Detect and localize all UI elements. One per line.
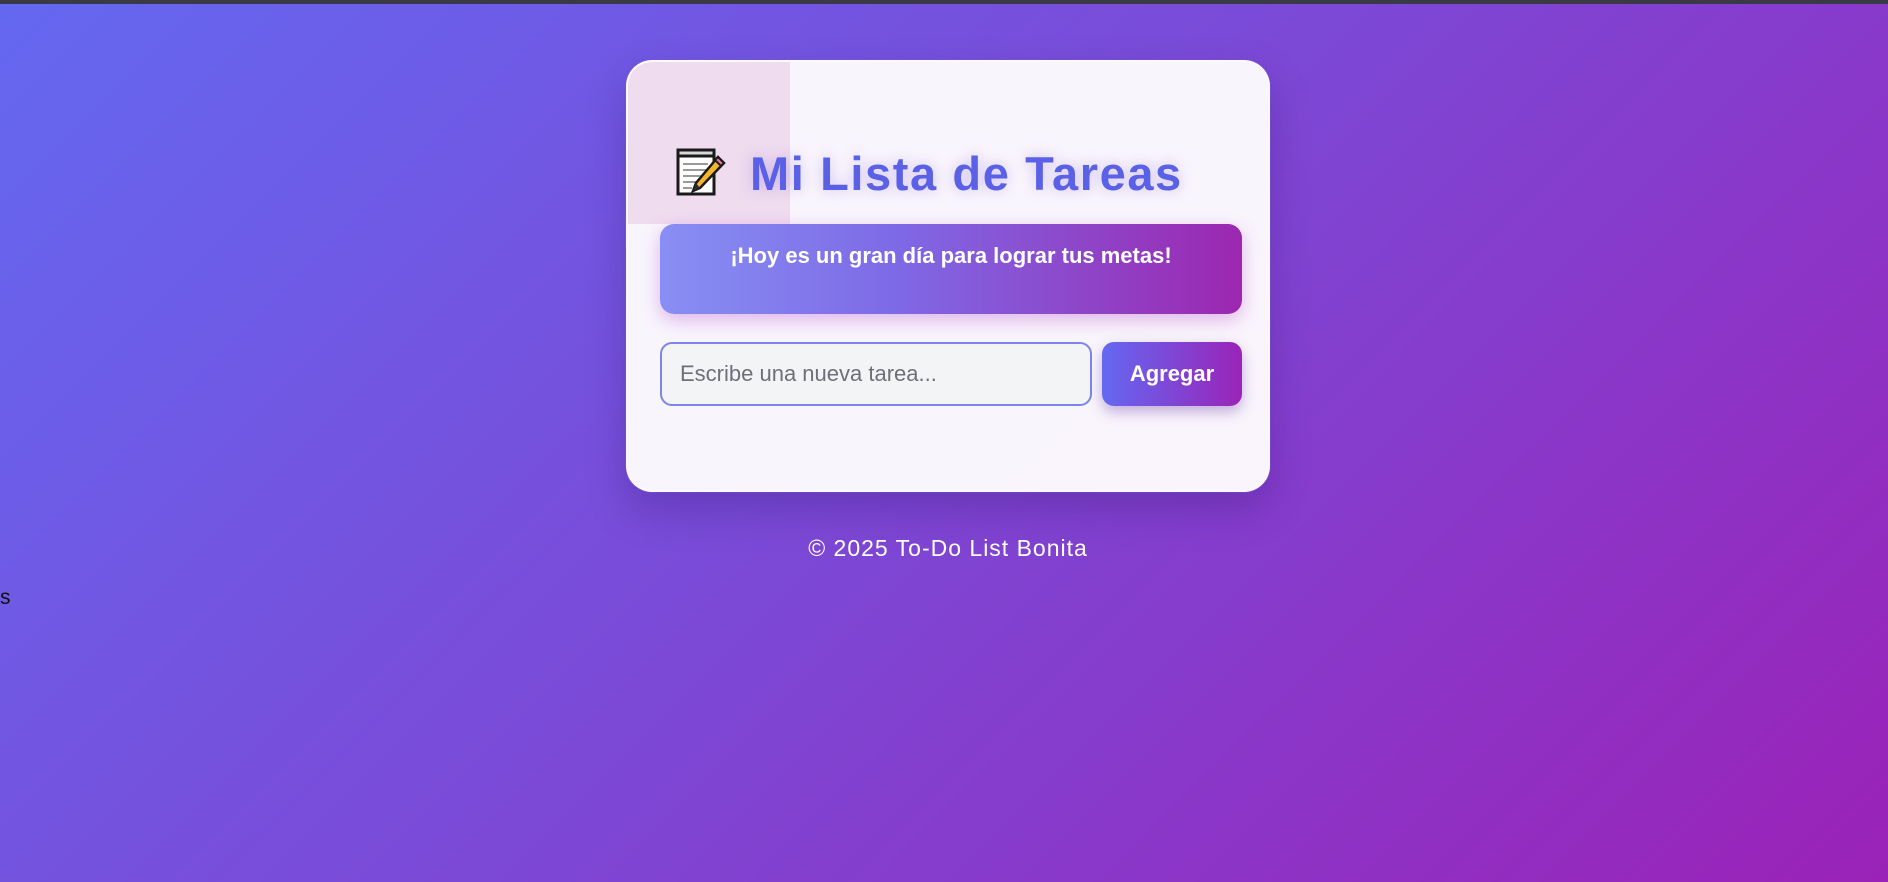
browser-top-edge [0,0,1888,4]
motivation-text: ¡Hoy es un gran día para lograr tus meta… [730,243,1172,268]
motivation-banner: ¡Hoy es un gran día para lograr tus meta… [660,224,1242,314]
footer-copyright: © 2025 To-Do List Bonita [808,535,1088,561]
todo-card: Mi Lista de Tareas ¡Hoy es un gran día p… [626,60,1270,492]
page-title-text: Mi Lista de Tareas [750,146,1183,200]
memo-icon [672,145,728,201]
new-task-input[interactable] [660,342,1092,406]
page-title: Mi Lista de Tareas [672,142,1252,204]
stray-text: s [0,586,11,609]
add-task-button[interactable]: Agregar [1102,342,1242,406]
